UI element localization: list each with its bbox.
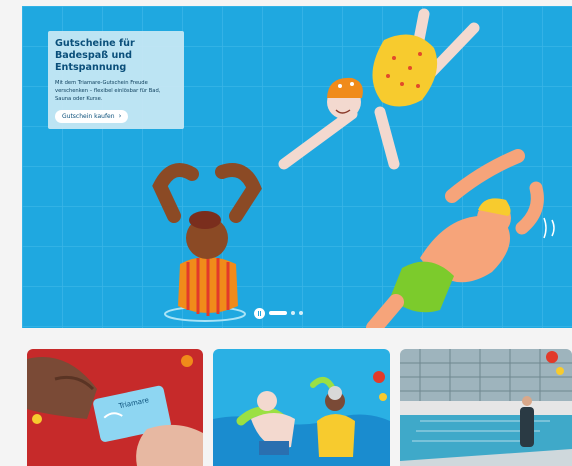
hero-title: Gutscheine für Badespaß und Entspannung [55,38,135,73]
indoor-pool-image [400,349,572,466]
hero-description: Mit dem Triamare-Gutschein Freude versch… [55,80,161,102]
slider-dot[interactable] [291,311,295,315]
hero-info-box: Gutscheine für Badespaß und Entspannung … [48,31,184,129]
card-voucher[interactable]: Triamare [27,349,203,466]
chevron-right-icon: › [118,112,122,120]
slider-controls [254,306,303,320]
pause-icon [257,310,262,316]
card-indoor-pool[interactable] [400,349,572,466]
slider-dot-active[interactable] [269,311,287,315]
aqua-fitness-image [213,349,390,466]
buy-voucher-label: Gutschein kaufen [62,113,115,120]
buy-voucher-button[interactable]: Gutschein kaufen › [55,110,129,123]
voucher-card-image: Triamare [27,349,203,466]
slider-dot[interactable] [299,311,303,315]
card-aqua-fitness[interactable] [213,349,390,466]
slider-pause-button[interactable] [254,307,265,319]
hero-slider: Gutscheine für Badespaß und Entspannung … [22,6,572,328]
